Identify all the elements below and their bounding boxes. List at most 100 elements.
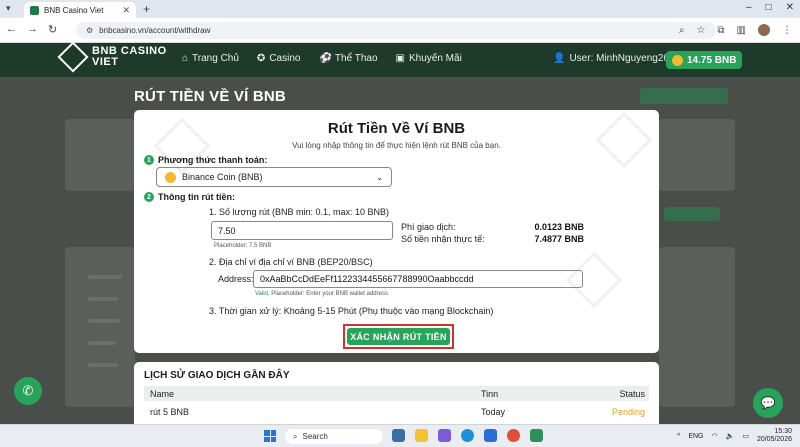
search-icon: ⌕ <box>293 431 298 441</box>
row-time: Today <box>481 406 506 417</box>
app-icon[interactable] <box>530 429 543 442</box>
step-number: 2 <box>144 192 154 202</box>
taskbar-search-text: Search <box>302 432 328 441</box>
chat-bubble-icon: 💬 <box>760 396 776 410</box>
transaction-history: LỊCH SỬ GIAO DỊCH GẦN ĐÂY Name Tinn Stat… <box>134 362 659 424</box>
row-name: rút 5 BNB <box>150 406 190 417</box>
new-tab-icon[interactable]: + <box>143 2 150 16</box>
address-hint: Valid, Placeholder: Enter your BNB walle… <box>255 291 388 297</box>
background-list-left <box>65 247 135 407</box>
user-icon: 👤 <box>553 53 566 64</box>
extensions-icon[interactable]: ⧉ <box>717 25 724 36</box>
edge-icon[interactable] <box>461 429 474 442</box>
fee-value: 0.0123 BNB <box>534 222 584 232</box>
user-menu[interactable]: 👤 User: MinhNguyeng26 ▾ <box>553 53 678 64</box>
status-badge: Pending <box>611 406 645 417</box>
profile-avatar[interactable] <box>758 24 770 36</box>
browser-tab[interactable]: BNB Casino Viet ✕ <box>24 2 136 18</box>
browser-toolbar: ← → ↻ ⚙ bnbcasino.vn/account/withdraw ⌕ … <box>0 18 800 43</box>
menu-icon[interactable]: ⋮ <box>782 25 792 36</box>
window-controls: – □ ✕ <box>746 2 794 13</box>
nav-item-home[interactable]: ⌂ Trang Chủ <box>182 53 239 64</box>
address-bar[interactable]: ⚙ bnbcasino.vn/account/withdraw <box>76 22 716 39</box>
store-icon[interactable] <box>484 429 497 442</box>
close-tab-icon[interactable]: ✕ <box>122 5 130 16</box>
nav-buttons: ← → ↻ <box>6 23 57 36</box>
column-header: Status <box>619 388 645 399</box>
history-title: LỊCH SỬ GIAO DỊCH GẦN ĐÂY <box>144 370 290 381</box>
column-header: Name <box>150 388 175 399</box>
tab-title: BNB Casino Viet <box>44 5 104 15</box>
modal-subtitle: Vui lòng nhập thông tin để thực hiện lện… <box>292 141 501 150</box>
step-label: Thông tin rút tiền: <box>158 192 235 202</box>
balance-value: 14.75 BNB <box>687 54 737 66</box>
casino-chip-icon: ✪ <box>256 53 266 64</box>
modal-title: Rút Tiền Về Ví BNB <box>327 120 466 137</box>
nav-item-promotions[interactable]: ▣ Khuyến Mãi <box>396 53 462 64</box>
windows-start-icon[interactable] <box>264 430 276 442</box>
logo-cube-icon <box>57 41 89 73</box>
nav-item-casino[interactable]: ✪ Casino <box>257 53 301 64</box>
chrome-icon[interactable] <box>507 429 520 442</box>
background-line <box>88 297 118 301</box>
minimize-icon[interactable]: – <box>746 2 752 13</box>
bookmark-star-icon[interactable]: ☆ <box>696 25 705 36</box>
address-hint-text: Placeholder: Enter your BNB wallet addre… <box>269 291 388 297</box>
taskbar-apps <box>392 429 543 442</box>
payment-method-select[interactable]: Binance Coin (BNB) ⌄ <box>156 167 392 187</box>
confirm-highlight: XÁC NHẬN RÚT TIỀN <box>343 324 454 349</box>
site-logo[interactable]: BNB CASINO VIET <box>57 41 167 73</box>
background-card-right <box>659 119 735 191</box>
clock-time: 15:30 <box>774 428 792 435</box>
file-explorer-icon[interactable] <box>415 429 428 442</box>
background-button <box>640 88 728 104</box>
system-tray: ^ ENG ◠ 🔈 ▭ 15:30 20/05/2026 <box>677 428 792 444</box>
page-content: RÚT TIỀN VỀ VÍ BNB Rút Tiền Về Ví BNB Vu… <box>0 77 800 424</box>
forward-icon[interactable]: → <box>27 23 38 36</box>
back-icon[interactable]: ← <box>6 23 17 36</box>
teams-icon[interactable] <box>438 429 451 442</box>
amount-input[interactable]: 7.50 <box>211 221 393 240</box>
close-window-icon[interactable]: ✕ <box>786 2 794 13</box>
site-info-icon[interactable]: ⚙ <box>86 26 93 35</box>
battery-icon[interactable]: ▭ <box>742 432 749 440</box>
background-line <box>88 319 120 323</box>
step-payment-method: 1 Phương thức thanh toán: <box>144 155 267 165</box>
step-label: Phương thức thanh toán: <box>158 155 268 165</box>
amount-hint: Placeholder: 7.5 BNB <box>214 243 272 249</box>
wifi-icon[interactable]: ◠ <box>712 432 718 440</box>
zoom-icon[interactable]: ⌕ <box>679 25 685 36</box>
background-button-2 <box>664 207 720 221</box>
tab-list-icon[interactable]: ▾ <box>6 3 11 14</box>
nav-item-sports[interactable]: ⚽ Thể Thao <box>318 53 377 64</box>
column-header: Tinn <box>481 388 499 399</box>
maximize-icon[interactable]: □ <box>766 2 772 13</box>
step-withdraw-info: 2 Thông tin rút tiền: <box>144 192 235 202</box>
phone-call-button[interactable]: ✆ <box>14 377 42 405</box>
clock-date: 20/05/2026 <box>756 436 792 443</box>
reload-icon[interactable]: ↻ <box>48 23 57 36</box>
chevron-down-icon: ⌄ <box>376 172 383 182</box>
site-header: BNB CASINO VIET ⌂ Trang Chủ ✪ Casino ⚽ Thể … <box>0 41 800 77</box>
browser-actions: ⌕ ☆ ⧉ ▥ ⋮ <box>679 24 792 36</box>
table-row[interactable]: rút 5 BNB Today Pending <box>144 404 649 419</box>
language-indicator[interactable]: ENG <box>688 433 703 440</box>
address-valid-text: Valid, <box>255 291 270 297</box>
background-line <box>88 341 116 345</box>
address-label: Address: <box>218 274 254 284</box>
volume-icon[interactable]: 🔈 <box>726 432 735 440</box>
balance-badge[interactable]: 14.75 BNB <box>666 51 743 69</box>
tray-chevron-icon[interactable]: ^ <box>677 433 680 440</box>
taskbar-search[interactable]: ⌕ Search <box>285 429 383 444</box>
phone-icon: ✆ <box>22 383 34 398</box>
live-chat-button[interactable]: 💬 <box>753 388 783 418</box>
amount-label: 1. Số lượng rút (BNB min: 0.1, max: 10 B… <box>209 207 389 217</box>
bnb-coin-icon <box>672 54 683 66</box>
wallet-address-input[interactable]: 0xAaBbCcDdEeFf1122334455667788990Oaabbcc… <box>253 270 583 288</box>
main-nav: ⌂ Trang Chủ ✪ Casino ⚽ Thể Thao ▣ Khuyến Mãi <box>182 53 462 64</box>
confirm-withdraw-button[interactable]: XÁC NHẬN RÚT TIỀN <box>347 328 450 345</box>
side-panel-icon[interactable]: ▥ <box>737 25 746 36</box>
clock[interactable]: 15:30 20/05/2026 <box>757 428 792 444</box>
background-line <box>88 363 118 367</box>
task-view-icon[interactable] <box>392 429 405 442</box>
